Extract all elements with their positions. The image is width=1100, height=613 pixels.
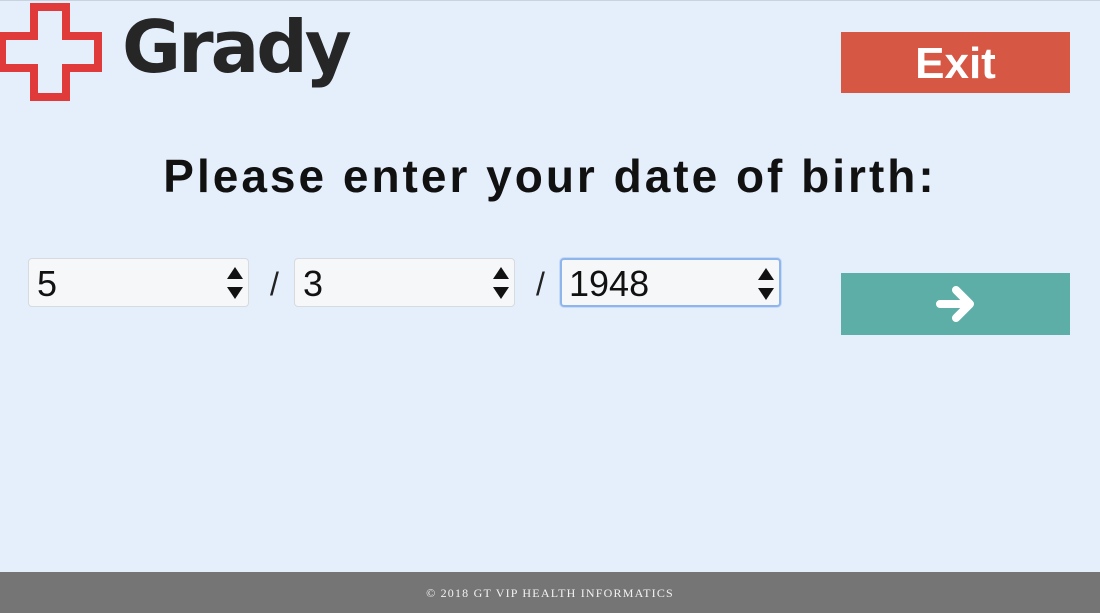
- day-increment-icon[interactable]: [491, 264, 511, 282]
- footer-copyright: © 2018 GT VIP HEALTH INFORMATICS: [426, 586, 674, 600]
- exit-button[interactable]: Exit: [841, 32, 1070, 93]
- footer: © 2018 GT VIP HEALTH INFORMATICS: [0, 572, 1100, 613]
- month-value[interactable]: 5: [37, 264, 57, 304]
- logo-text: Grady: [122, 5, 352, 89]
- year-decrement-icon[interactable]: [756, 285, 776, 303]
- next-button[interactable]: [841, 273, 1070, 335]
- red-cross-icon: [0, 3, 102, 101]
- day-spin-buttons[interactable]: [491, 264, 511, 302]
- date-separator: /: [270, 266, 279, 302]
- arrow-right-icon: [935, 286, 974, 322]
- day-decrement-icon[interactable]: [491, 284, 511, 302]
- year-stepper[interactable]: 1948: [560, 258, 781, 307]
- year-increment-icon[interactable]: [756, 265, 776, 283]
- month-spin-buttons[interactable]: [225, 264, 245, 302]
- month-stepper[interactable]: 5: [28, 258, 249, 307]
- date-separator: /: [536, 266, 545, 302]
- year-value[interactable]: 1948: [569, 264, 649, 304]
- year-spin-buttons[interactable]: [756, 265, 776, 303]
- day-value[interactable]: 3: [303, 264, 323, 304]
- page-title: Please enter your date of birth:: [163, 150, 937, 202]
- month-decrement-icon[interactable]: [225, 284, 245, 302]
- grady-logo: Grady: [0, 0, 352, 104]
- day-stepper[interactable]: 3: [294, 258, 515, 307]
- month-increment-icon[interactable]: [225, 264, 245, 282]
